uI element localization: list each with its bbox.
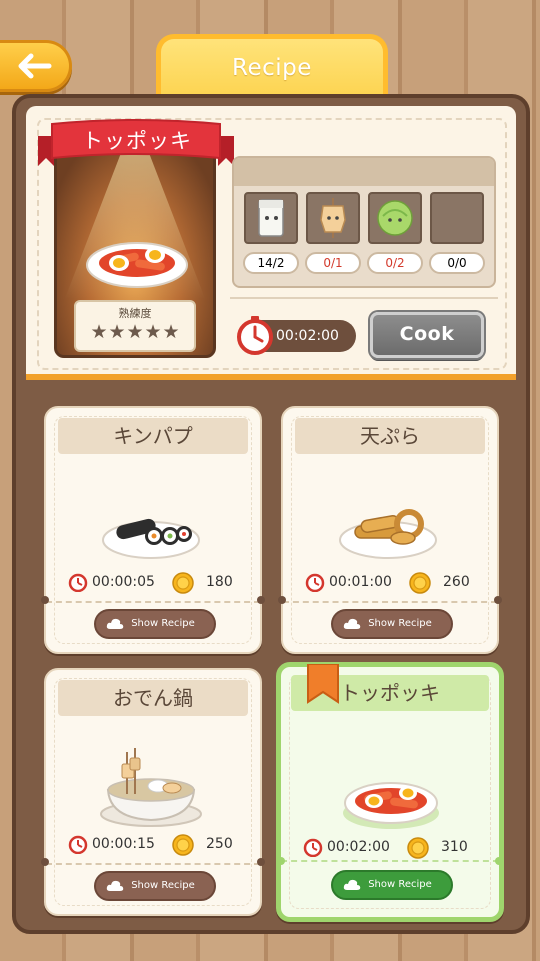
mastery-stars: ★★★★★ xyxy=(76,323,194,342)
selected-recipe-name: トッポッキ xyxy=(82,129,192,153)
cloud-icon xyxy=(106,880,124,891)
coin-icon xyxy=(407,837,429,859)
stopwatch-icon xyxy=(68,573,88,592)
fishcake-skewer-icon xyxy=(320,198,346,238)
stopwatch-icon xyxy=(303,838,323,857)
bookmark-icon xyxy=(307,664,339,704)
ingredient-slot[interactable] xyxy=(244,192,298,244)
kimbap-icon xyxy=(102,518,200,559)
divider-dot xyxy=(257,858,265,866)
ingredient-count: 14/2 xyxy=(243,252,299,274)
divider-dot xyxy=(278,596,286,604)
ingredient-slot-empty xyxy=(430,192,484,244)
tofu-icon xyxy=(258,199,284,237)
recipe-time: 00:02:00 xyxy=(327,839,390,855)
show-recipe-label: Show Recipe xyxy=(131,618,195,629)
tteokbokki-plate-icon xyxy=(86,242,188,288)
star-icon: ★ xyxy=(162,321,180,343)
recipe-card-tempura[interactable]: 天ぷら 00:01:00 260 Show Recipe xyxy=(278,406,502,654)
tempura-icon xyxy=(339,509,437,559)
show-recipe-label: Show Recipe xyxy=(131,880,195,891)
divider-dot xyxy=(257,596,265,604)
recipe-name: 天ぷら xyxy=(295,418,485,454)
tteokbokki-icon xyxy=(343,782,439,829)
recipe-price: 250 xyxy=(206,836,233,852)
card-divider xyxy=(46,601,260,603)
recipe-stats: 00:00:15 250 xyxy=(68,834,248,856)
cloud-icon xyxy=(343,618,361,629)
ingredient-count: 0/0 xyxy=(429,252,485,274)
mastery-label: 熟練度 xyxy=(118,307,152,320)
show-recipe-label: Show Recipe xyxy=(368,618,432,629)
stopwatch-icon xyxy=(68,835,88,854)
ingredients-header xyxy=(234,158,494,186)
star-icon: ★ xyxy=(108,321,126,343)
star-icon: ★ xyxy=(144,321,162,343)
recipe-time: 00:01:00 xyxy=(329,574,392,590)
card-divider xyxy=(281,860,499,862)
mastery-box: 熟練度 ★★★★★ xyxy=(74,300,196,352)
recipe-name: おでん鍋 xyxy=(58,680,248,716)
divider xyxy=(230,297,498,299)
recipe-time: 00:00:05 xyxy=(92,574,155,590)
recipe-stats: 00:00:05 180 xyxy=(68,572,248,594)
cabbage-icon xyxy=(377,200,413,236)
show-recipe-button[interactable]: Show Recipe xyxy=(94,609,216,639)
recipe-card-kimbap[interactable]: キンパプ 00:00:05 180 Show Recipe xyxy=(41,406,265,654)
star-icon: ★ xyxy=(90,321,108,343)
divider-dot xyxy=(494,596,502,604)
show-recipe-button[interactable]: Show Recipe xyxy=(331,870,453,900)
card-divider xyxy=(46,863,260,865)
show-recipe-label: Show Recipe xyxy=(368,879,432,890)
divider-dot xyxy=(495,857,503,865)
back-button[interactable] xyxy=(0,40,72,92)
stopwatch-icon xyxy=(305,573,325,592)
coin-icon xyxy=(172,834,194,856)
cloud-icon xyxy=(106,618,124,629)
show-recipe-button[interactable]: Show Recipe xyxy=(331,609,453,639)
oden-pot-icon xyxy=(100,748,202,827)
divider-dot xyxy=(41,858,49,866)
recipe-stats: 00:01:00 260 xyxy=(305,572,485,594)
recipe-time: 00:00:15 xyxy=(92,836,155,852)
recipe-stats: 00:02:00 310 xyxy=(303,837,483,859)
stopwatch-icon xyxy=(237,316,273,355)
ingredient-count: 0/1 xyxy=(305,252,361,274)
show-recipe-button[interactable]: Show Recipe xyxy=(94,871,216,901)
recipe-name: キンパプ xyxy=(58,418,248,454)
coin-icon xyxy=(409,572,431,594)
divider-dot xyxy=(277,857,285,865)
ingredient-count: 0/2 xyxy=(367,252,423,274)
arrow-left-icon xyxy=(18,53,51,79)
coin-icon xyxy=(172,572,194,594)
page-title: Recipe xyxy=(232,55,312,81)
cook-button[interactable]: Cook xyxy=(370,312,484,358)
divider-dot xyxy=(41,596,49,604)
recipe-card-oden[interactable]: おでん鍋 00:00:15 250 Show Recipe xyxy=(41,668,265,916)
cloud-icon xyxy=(343,879,361,890)
star-icon: ★ xyxy=(126,321,144,343)
ingredient-slot[interactable] xyxy=(368,192,422,244)
recipe-price: 180 xyxy=(206,574,233,590)
recipe-price: 310 xyxy=(441,839,468,855)
ingredient-slot[interactable] xyxy=(306,192,360,244)
recipe-price: 260 xyxy=(443,574,470,590)
card-divider xyxy=(283,601,497,603)
